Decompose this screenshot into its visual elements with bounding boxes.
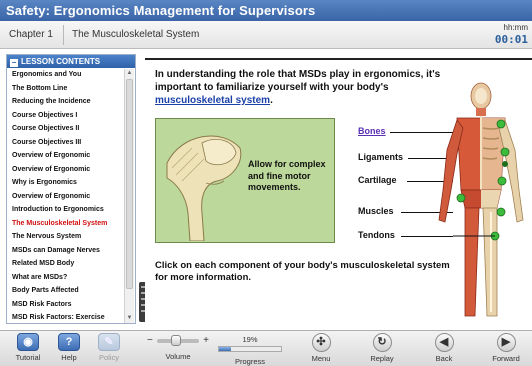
lesson-item[interactable]: Overview of Ergonomic	[7, 190, 124, 204]
lesson-item[interactable]: The Nervous System	[7, 230, 124, 244]
volume-control[interactable]: − + Volume	[143, 334, 213, 361]
anatomy-figure[interactable]	[435, 80, 527, 324]
lesson-item[interactable]: Ergonomics and You	[7, 68, 124, 82]
tutorial-label: Tutorial	[15, 353, 41, 362]
cartilage-label[interactable]: Cartilage	[358, 175, 397, 185]
forward-label: Forward	[492, 354, 520, 363]
lesson-item[interactable]: Introduction to Ergonomics	[7, 203, 124, 217]
muscles-label[interactable]: Muscles	[358, 206, 394, 216]
replay-label: Replay	[370, 354, 394, 363]
app-title: Safety: Ergonomics Management for Superv…	[0, 0, 532, 21]
shoulder-info-box: Allow for complex and fine motor movemen…	[155, 118, 335, 243]
lesson-item[interactable]: MSD Risk Factors	[7, 298, 124, 312]
intro-period: .	[270, 95, 273, 106]
timer-value: 00:01	[494, 33, 528, 46]
bottom-toolbar: ◉ Tutorial ? Help ✎ Policy − + Volume 19…	[0, 330, 532, 366]
menu-icon: ✣	[311, 333, 331, 352]
replay-icon: ↻	[372, 333, 392, 352]
lesson-item[interactable]: MSD Risk Factors: Exercise	[7, 311, 124, 325]
timer-label: hh:mm	[503, 23, 528, 32]
lesson-contents-panel: − LESSON CONTENTS Ergonomics and You The B…	[6, 54, 136, 324]
lesson-item[interactable]: Course Objectives III	[7, 136, 124, 150]
volume-knob[interactable]	[170, 335, 181, 346]
lesson-item[interactable]: Course Objectives II	[7, 122, 124, 136]
volume-up-icon[interactable]: +	[203, 335, 209, 346]
lesson-contents-title: LESSON CONTENTS	[21, 57, 101, 66]
help-icon: ?	[58, 333, 80, 351]
header-divider	[63, 25, 64, 45]
back-label: Back	[435, 354, 453, 363]
shoulder-joint-illustration	[166, 135, 242, 241]
volume-slider[interactable]	[157, 335, 199, 346]
volume-label: Volume	[165, 352, 191, 361]
lesson-item[interactable]: Body Parts Affected	[7, 284, 124, 298]
lesson-list: Ergonomics and You The Bottom Line Reducin…	[7, 68, 124, 325]
lesson-scrollbar[interactable]: ▲ ▼	[124, 69, 134, 323]
progress-label: Progress	[234, 357, 265, 366]
menu-label: Menu	[311, 354, 331, 363]
lesson-item[interactable]: Why is Ergonomics	[7, 176, 124, 190]
scroll-down-icon[interactable]: ▼	[125, 314, 134, 323]
help-button[interactable]: ? Help	[54, 333, 84, 362]
bones-label[interactable]: Bones	[358, 126, 386, 136]
lesson-item[interactable]: Overview of Ergonomic	[7, 149, 124, 163]
progress-bar	[218, 346, 282, 352]
policy-button[interactable]: ✎ Policy	[94, 333, 124, 362]
progress-indicator: 19% Progress	[218, 335, 282, 366]
scroll-up-icon[interactable]: ▲	[125, 69, 134, 78]
policy-icon: ✎	[98, 333, 120, 351]
shoulder-description: Allow for complex and fine motor movemen…	[248, 159, 326, 192]
back-button[interactable]: ◀ Back	[428, 333, 460, 363]
chapter-header: Chapter 1 The Musculoskeletal System hh:…	[0, 21, 532, 49]
instruction-text: Click on each component of your body's m…	[155, 260, 450, 283]
progress-fill	[219, 347, 231, 351]
chapter-number: Chapter 1	[9, 29, 53, 40]
tutorial-icon: ◉	[17, 333, 39, 351]
forward-arrow-icon: ▶	[496, 333, 516, 352]
lesson-item[interactable]: Reducing the Incidence	[7, 95, 124, 109]
back-arrow-icon: ◀	[434, 333, 454, 352]
help-label: Help	[61, 353, 77, 362]
forward-button[interactable]: ▶ Forward	[488, 333, 524, 363]
ligaments-label[interactable]: Ligaments	[358, 152, 403, 162]
lesson-item[interactable]: MSDs can Damage Nerves	[7, 244, 124, 258]
lesson-item[interactable]: What are MSDs?	[7, 271, 124, 285]
tutorial-button[interactable]: ◉ Tutorial	[10, 333, 46, 362]
scroll-thumb[interactable]	[126, 79, 133, 289]
policy-label: Policy	[98, 353, 119, 362]
intro-paragraph: In understanding the role that MSDs play…	[155, 68, 455, 107]
menu-button[interactable]: ✣ Menu	[305, 333, 337, 363]
volume-down-icon[interactable]: −	[147, 335, 153, 346]
collapse-icon[interactable]: −	[10, 59, 18, 67]
lesson-item[interactable]: The Musculoskeletal System	[7, 217, 124, 231]
lesson-item[interactable]: Overview of Ergonomic	[7, 163, 124, 177]
progress-percent: 19%	[242, 335, 258, 344]
tendons-label[interactable]: Tendons	[358, 230, 395, 240]
chapter-topic: The Musculoskeletal System	[72, 29, 200, 40]
lesson-item[interactable]: Related MSD Body	[7, 257, 124, 271]
lesson-item[interactable]: The Bottom Line	[7, 82, 124, 96]
intro-text: In understanding the role that MSDs play…	[155, 69, 441, 93]
lesson-item[interactable]: Course Objectives I	[7, 109, 124, 123]
content-area: In understanding the role that MSDs play…	[145, 58, 532, 324]
replay-button[interactable]: ↻ Replay	[366, 333, 398, 363]
lesson-contents-header[interactable]: − LESSON CONTENTS	[7, 55, 135, 68]
musculoskeletal-link[interactable]: musculoskeletal system	[155, 95, 270, 106]
